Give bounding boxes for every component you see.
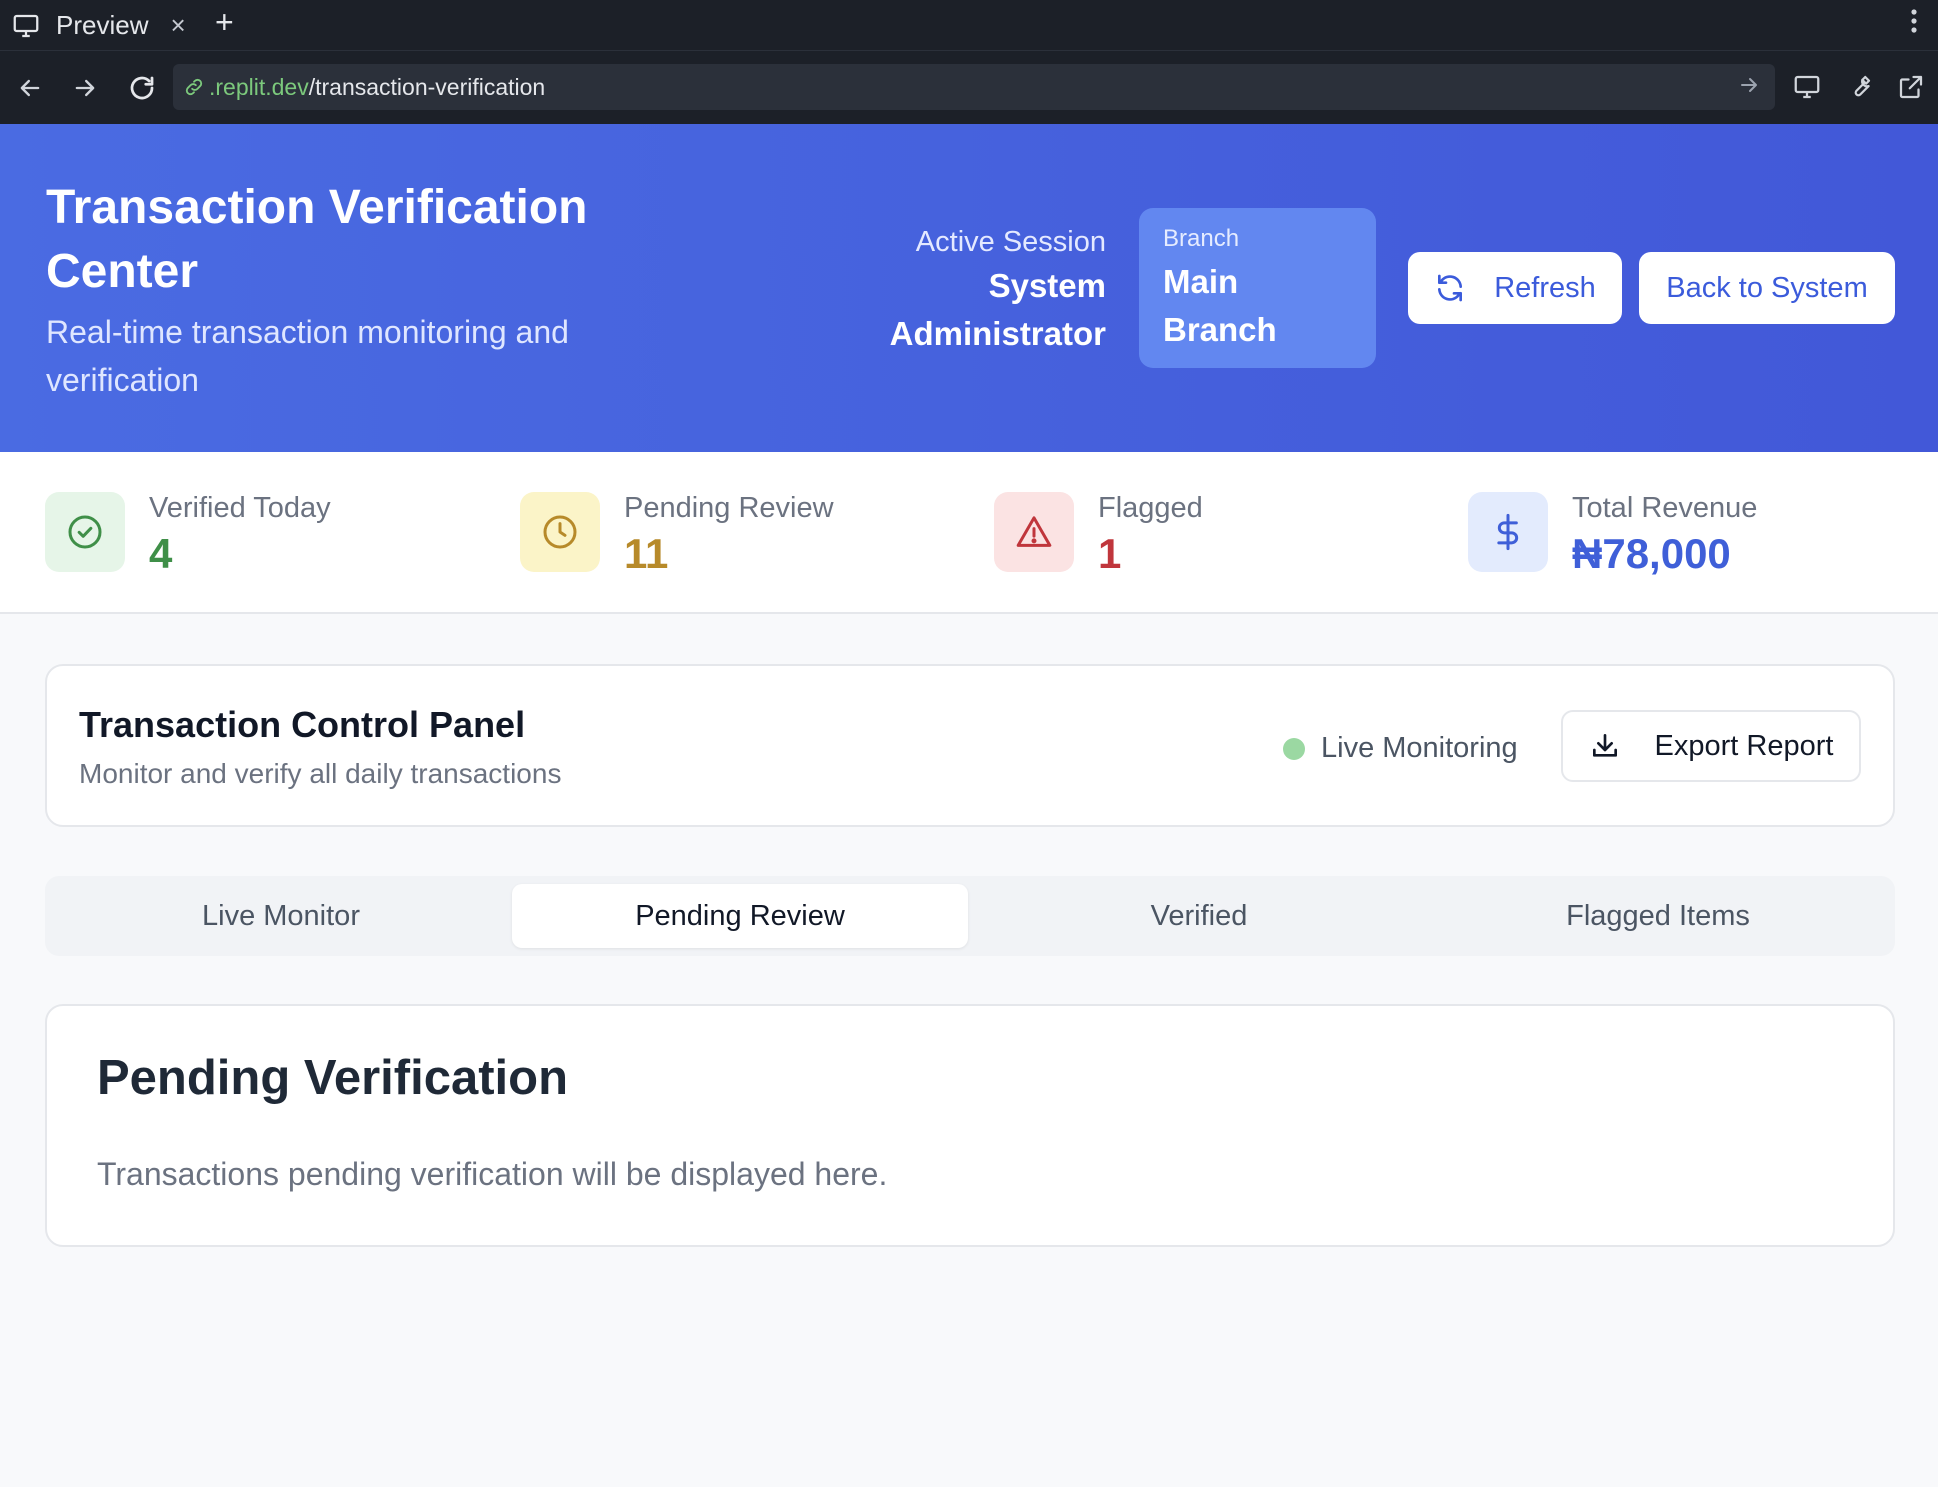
stat-label: Flagged (1098, 492, 1203, 524)
stats-bar: Verified Today 4 Pending Review 11 Flagg… (0, 452, 1938, 614)
live-monitoring-label: Live Monitoring (1321, 732, 1518, 764)
view-tabs: Live Monitor Pending Review Verified Fla… (45, 876, 1895, 956)
session-label: Active Session (915, 226, 1106, 258)
page-subtitle: Real-time transaction monitoring and ver… (46, 314, 569, 398)
new-tab-button[interactable]: + (215, 4, 234, 41)
control-panel-card: Transaction Control Panel Monitor and ve… (45, 664, 1895, 827)
reload-icon[interactable] (124, 70, 160, 106)
pending-verification-title: Pending Verification (97, 1051, 569, 1105)
go-arrow-icon[interactable] (1737, 73, 1761, 103)
alert-triangle-icon (994, 492, 1074, 572)
forward-arrow-icon[interactable] (67, 70, 103, 106)
pending-verification-message: Transactions pending verification will b… (97, 1156, 888, 1192)
dollar-icon (1468, 492, 1548, 572)
tab-pending-review[interactable]: Pending Review (512, 884, 968, 948)
download-icon (1589, 730, 1621, 762)
branch-label: Branch (1163, 225, 1240, 252)
branch-value: Main Branch (1163, 263, 1277, 348)
live-status-dot (1283, 737, 1305, 760)
control-panel-title: Transaction Control Panel (79, 704, 526, 745)
back-to-system-label: Back to System (1666, 271, 1868, 304)
open-external-icon[interactable] (1894, 70, 1928, 104)
page-header: Transaction Verification Center Real-tim… (0, 124, 1938, 452)
monitor-icon (10, 10, 42, 42)
stat-value: 4 (149, 530, 173, 577)
back-to-system-button[interactable]: Back to System (1639, 252, 1895, 324)
pending-verification-card: Pending Verification Transactions pendin… (45, 1004, 1895, 1247)
live-monitoring-status: Live Monitoring (1283, 732, 1518, 765)
link-icon (183, 76, 205, 98)
stat-value: 1 (1098, 530, 1122, 577)
url-path: /transaction-verification (308, 73, 546, 100)
session-user: System Administrator (889, 267, 1106, 352)
control-panel-subtitle: Monitor and verify all daily transaction… (79, 758, 562, 789)
clock-icon (520, 492, 600, 572)
tab-close-icon[interactable]: × (170, 10, 185, 41)
refresh-button[interactable]: Refresh (1408, 252, 1622, 324)
tab-live-monitor[interactable]: Live Monitor (53, 884, 509, 948)
tab-verified[interactable]: Verified (971, 884, 1427, 948)
wrench-icon[interactable] (1842, 70, 1876, 104)
stat-label: Total Revenue (1572, 492, 1758, 524)
browser-tab-title: Preview (56, 10, 149, 40)
export-report-button[interactable]: Export Report (1561, 710, 1861, 782)
url-host: .replit.dev (209, 73, 309, 100)
page-title: Transaction Verification Center (46, 181, 588, 298)
browser-tab-bar: Preview × + (0, 0, 1938, 51)
active-session: Active Session System Administrator (850, 222, 1106, 358)
check-circle-icon (45, 492, 125, 572)
stat-label: Pending Review (624, 492, 834, 524)
browser-tab-preview[interactable]: Preview × (0, 0, 200, 51)
tab-flagged-items[interactable]: Flagged Items (1430, 884, 1886, 948)
stat-value: 11 (624, 530, 669, 577)
export-report-label: Export Report (1654, 729, 1834, 762)
stat-value: ₦78,000 (1572, 530, 1731, 577)
stat-label: Verified Today (149, 492, 331, 524)
refresh-label: Refresh (1494, 271, 1596, 304)
back-arrow-icon[interactable] (12, 70, 48, 106)
device-preview-icon[interactable] (1790, 70, 1824, 104)
url-field[interactable]: .replit.dev/transaction-verification (173, 64, 1775, 110)
kebab-menu-icon[interactable] (1910, 8, 1918, 34)
branch-badge: Branch Main Branch (1139, 208, 1376, 368)
refresh-icon (1434, 272, 1466, 304)
